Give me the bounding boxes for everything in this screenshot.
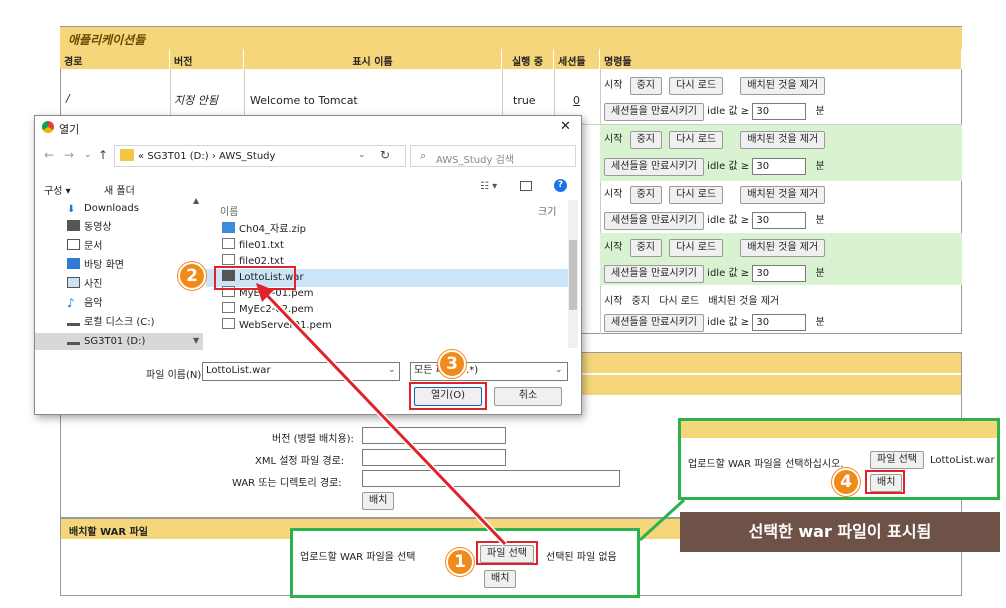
red-arrow xyxy=(260,288,507,546)
caption-banner: 선택한 war 파일이 표시됨 xyxy=(680,512,1000,552)
callout-connector xyxy=(638,498,686,542)
result-choose-button[interactable]: 파일 선택 xyxy=(870,451,924,469)
result-callout-header xyxy=(681,421,997,438)
step-badge-1: 1 xyxy=(446,548,474,576)
step-badge-2: 2 xyxy=(178,262,206,290)
result-filename: LottoList.war xyxy=(930,455,995,466)
highlight-box xyxy=(865,470,905,494)
step-badge-4: 4 xyxy=(832,468,860,496)
result-prompt: 업로드할 WAR 파일을 선택하십시오. xyxy=(688,459,844,470)
step-badge-3: 3 xyxy=(438,350,466,378)
